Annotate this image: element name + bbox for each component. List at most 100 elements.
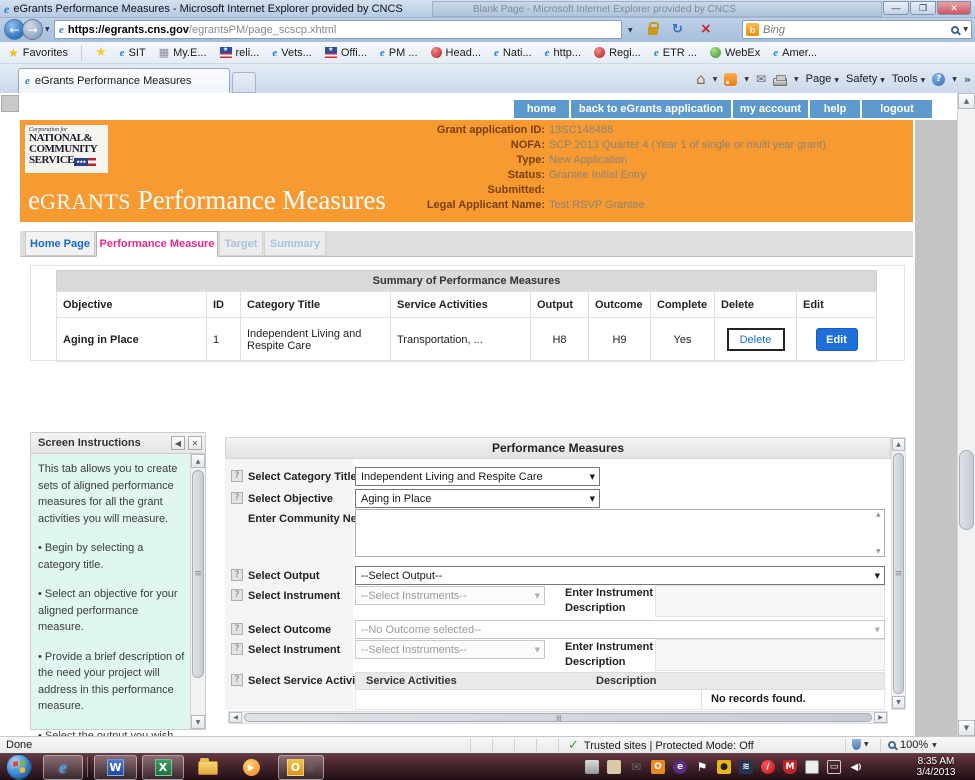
- category-select[interactable]: Independent Living and Respite Care: [355, 467, 600, 486]
- maximize-button[interactable]: ❐: [910, 1, 936, 15]
- read-mail-icon[interactable]: [756, 72, 766, 86]
- nav-help[interactable]: help: [810, 100, 860, 118]
- help-icon[interactable]: [231, 643, 243, 655]
- close-button[interactable]: ✕: [937, 1, 971, 15]
- form-horizontal-scrollbar[interactable]: [228, 711, 888, 724]
- lock-tray-icon[interactable]: ●: [717, 760, 731, 774]
- scroll-down-icon[interactable]: [958, 720, 975, 736]
- nav-back-to-egrants[interactable]: back to eGrants application: [571, 100, 731, 118]
- nav-logout[interactable]: logout: [862, 100, 932, 118]
- favorite-link[interactable]: Head...: [431, 47, 481, 59]
- output-select[interactable]: --Select Output--: [355, 566, 885, 585]
- taskbar-explorer-button[interactable]: [191, 755, 225, 780]
- favorite-link[interactable]: Offi...: [325, 47, 367, 59]
- help-dropdown-icon[interactable]: [952, 76, 957, 83]
- antivirus-tray-icon[interactable]: /: [761, 760, 775, 774]
- minimize-button[interactable]: —: [883, 1, 909, 15]
- safety-menu[interactable]: Safety: [846, 73, 885, 85]
- favorite-link[interactable]: http...: [545, 47, 581, 59]
- home-dropdown-icon[interactable]: [713, 76, 718, 83]
- browser-tab[interactable]: eGrants Performance Measures: [18, 68, 230, 93]
- printer-tray-icon[interactable]: [585, 760, 599, 774]
- scroll-up-icon[interactable]: [892, 438, 905, 451]
- protected-mode-button[interactable]: [852, 739, 869, 750]
- purple-e-tray-icon[interactable]: e: [673, 760, 687, 774]
- tools-menu[interactable]: Tools: [892, 73, 925, 85]
- favorites-button[interactable]: Favorites: [8, 46, 68, 60]
- scrollbar-thumb[interactable]: [959, 450, 974, 530]
- print-dropdown-icon[interactable]: [794, 76, 799, 83]
- history-dropdown-icon[interactable]: [45, 26, 50, 33]
- outcome-select[interactable]: --No Outcome selected--: [355, 620, 885, 639]
- taskbar-media-player-button[interactable]: [234, 755, 268, 780]
- print-icon[interactable]: [773, 78, 787, 86]
- help-icon[interactable]: [231, 470, 243, 482]
- scrollbar-thumb[interactable]: [244, 713, 872, 722]
- delete-button[interactable]: Delete: [727, 328, 785, 351]
- scroll-up-icon[interactable]: [191, 454, 205, 468]
- nav-my-account[interactable]: my account: [733, 100, 808, 118]
- favorite-link[interactable]: PM ...: [380, 47, 418, 59]
- taskbar-outlook-button[interactable]: [278, 755, 324, 780]
- community-need-textarea[interactable]: [355, 509, 885, 557]
- window-scrollbar[interactable]: [957, 93, 975, 736]
- collapse-icon[interactable]: [171, 436, 185, 450]
- favorite-link[interactable]: Regi...: [594, 47, 641, 59]
- instructions-scrollbar[interactable]: [190, 454, 205, 729]
- taskbar-excel-button[interactable]: [142, 755, 184, 780]
- favorite-link[interactable]: ETR ...: [654, 47, 697, 59]
- new-tab-button[interactable]: [232, 72, 256, 93]
- favorite-link[interactable]: reli...: [220, 47, 260, 59]
- add-favorite-button[interactable]: [95, 45, 107, 60]
- home-icon[interactable]: [696, 70, 706, 88]
- help-icon[interactable]: [231, 623, 243, 635]
- stop-button[interactable]: [696, 19, 716, 39]
- favorite-link[interactable]: Vets...: [272, 47, 311, 59]
- help-icon[interactable]: [231, 569, 243, 581]
- network-tray-icon[interactable]: ▭: [827, 760, 841, 774]
- feeds-icon[interactable]: [724, 73, 737, 86]
- favorite-link[interactable]: WebEx: [710, 47, 760, 59]
- address-dropdown-icon[interactable]: [624, 20, 637, 40]
- form-vertical-scrollbar[interactable]: [891, 437, 906, 710]
- scroll-up-icon[interactable]: [958, 93, 975, 109]
- scroll-right-icon[interactable]: [874, 712, 887, 723]
- search-dropdown-icon[interactable]: [963, 26, 968, 33]
- address-bar[interactable]: https://egrants.cns.gov/egrantsPM/page_s…: [54, 20, 622, 39]
- mcafee-shield-icon[interactable]: M: [783, 760, 797, 774]
- help-icon[interactable]: [231, 492, 243, 504]
- security-zone-status[interactable]: Trusted sites | Protected Mode: Off: [568, 738, 754, 753]
- tab-performance-measure[interactable]: Performance Measure: [96, 231, 218, 257]
- scroll-down-icon[interactable]: [191, 715, 205, 729]
- favorite-link[interactable]: My.E...: [159, 46, 207, 59]
- user-tray-icon[interactable]: [607, 760, 621, 774]
- feeds-dropdown-icon[interactable]: [744, 76, 749, 83]
- scroll-down-icon[interactable]: [892, 696, 905, 709]
- forward-button[interactable]: [22, 19, 43, 40]
- search-input[interactable]: Bing: [763, 24, 947, 36]
- taskbar-ie-button[interactable]: [43, 755, 83, 780]
- help-icon[interactable]: [231, 589, 243, 601]
- help-icon[interactable]: [932, 73, 945, 86]
- nav-home[interactable]: home: [514, 100, 569, 118]
- clipboard-tray-icon[interactable]: [805, 760, 819, 774]
- favorite-link[interactable]: Amer...: [773, 47, 817, 59]
- objective-select[interactable]: Aging in Place: [355, 489, 600, 508]
- chevron-icon[interactable]: [964, 73, 971, 86]
- close-icon[interactable]: ✕: [188, 436, 202, 450]
- start-button[interactable]: [6, 754, 32, 780]
- orange-o-tray-icon[interactable]: O: [651, 760, 665, 774]
- flag-tray-icon[interactable]: [695, 760, 709, 774]
- zoom-control[interactable]: 100%: [888, 739, 937, 751]
- scrollbar-thumb[interactable]: [893, 453, 904, 694]
- taskbar-word-button[interactable]: [94, 755, 137, 780]
- refresh-button[interactable]: [668, 19, 687, 39]
- taskbar-clock[interactable]: 8:35 AM 3/4/2013: [901, 756, 971, 778]
- page-menu[interactable]: Page: [806, 73, 839, 85]
- help-icon[interactable]: [231, 674, 243, 686]
- mail-tray-icon[interactable]: [629, 760, 643, 774]
- favorite-link[interactable]: Nati...: [494, 47, 532, 59]
- edit-button[interactable]: Edit: [816, 328, 858, 351]
- scroll-left-icon[interactable]: [229, 712, 242, 723]
- search-box[interactable]: b Bing: [742, 20, 972, 39]
